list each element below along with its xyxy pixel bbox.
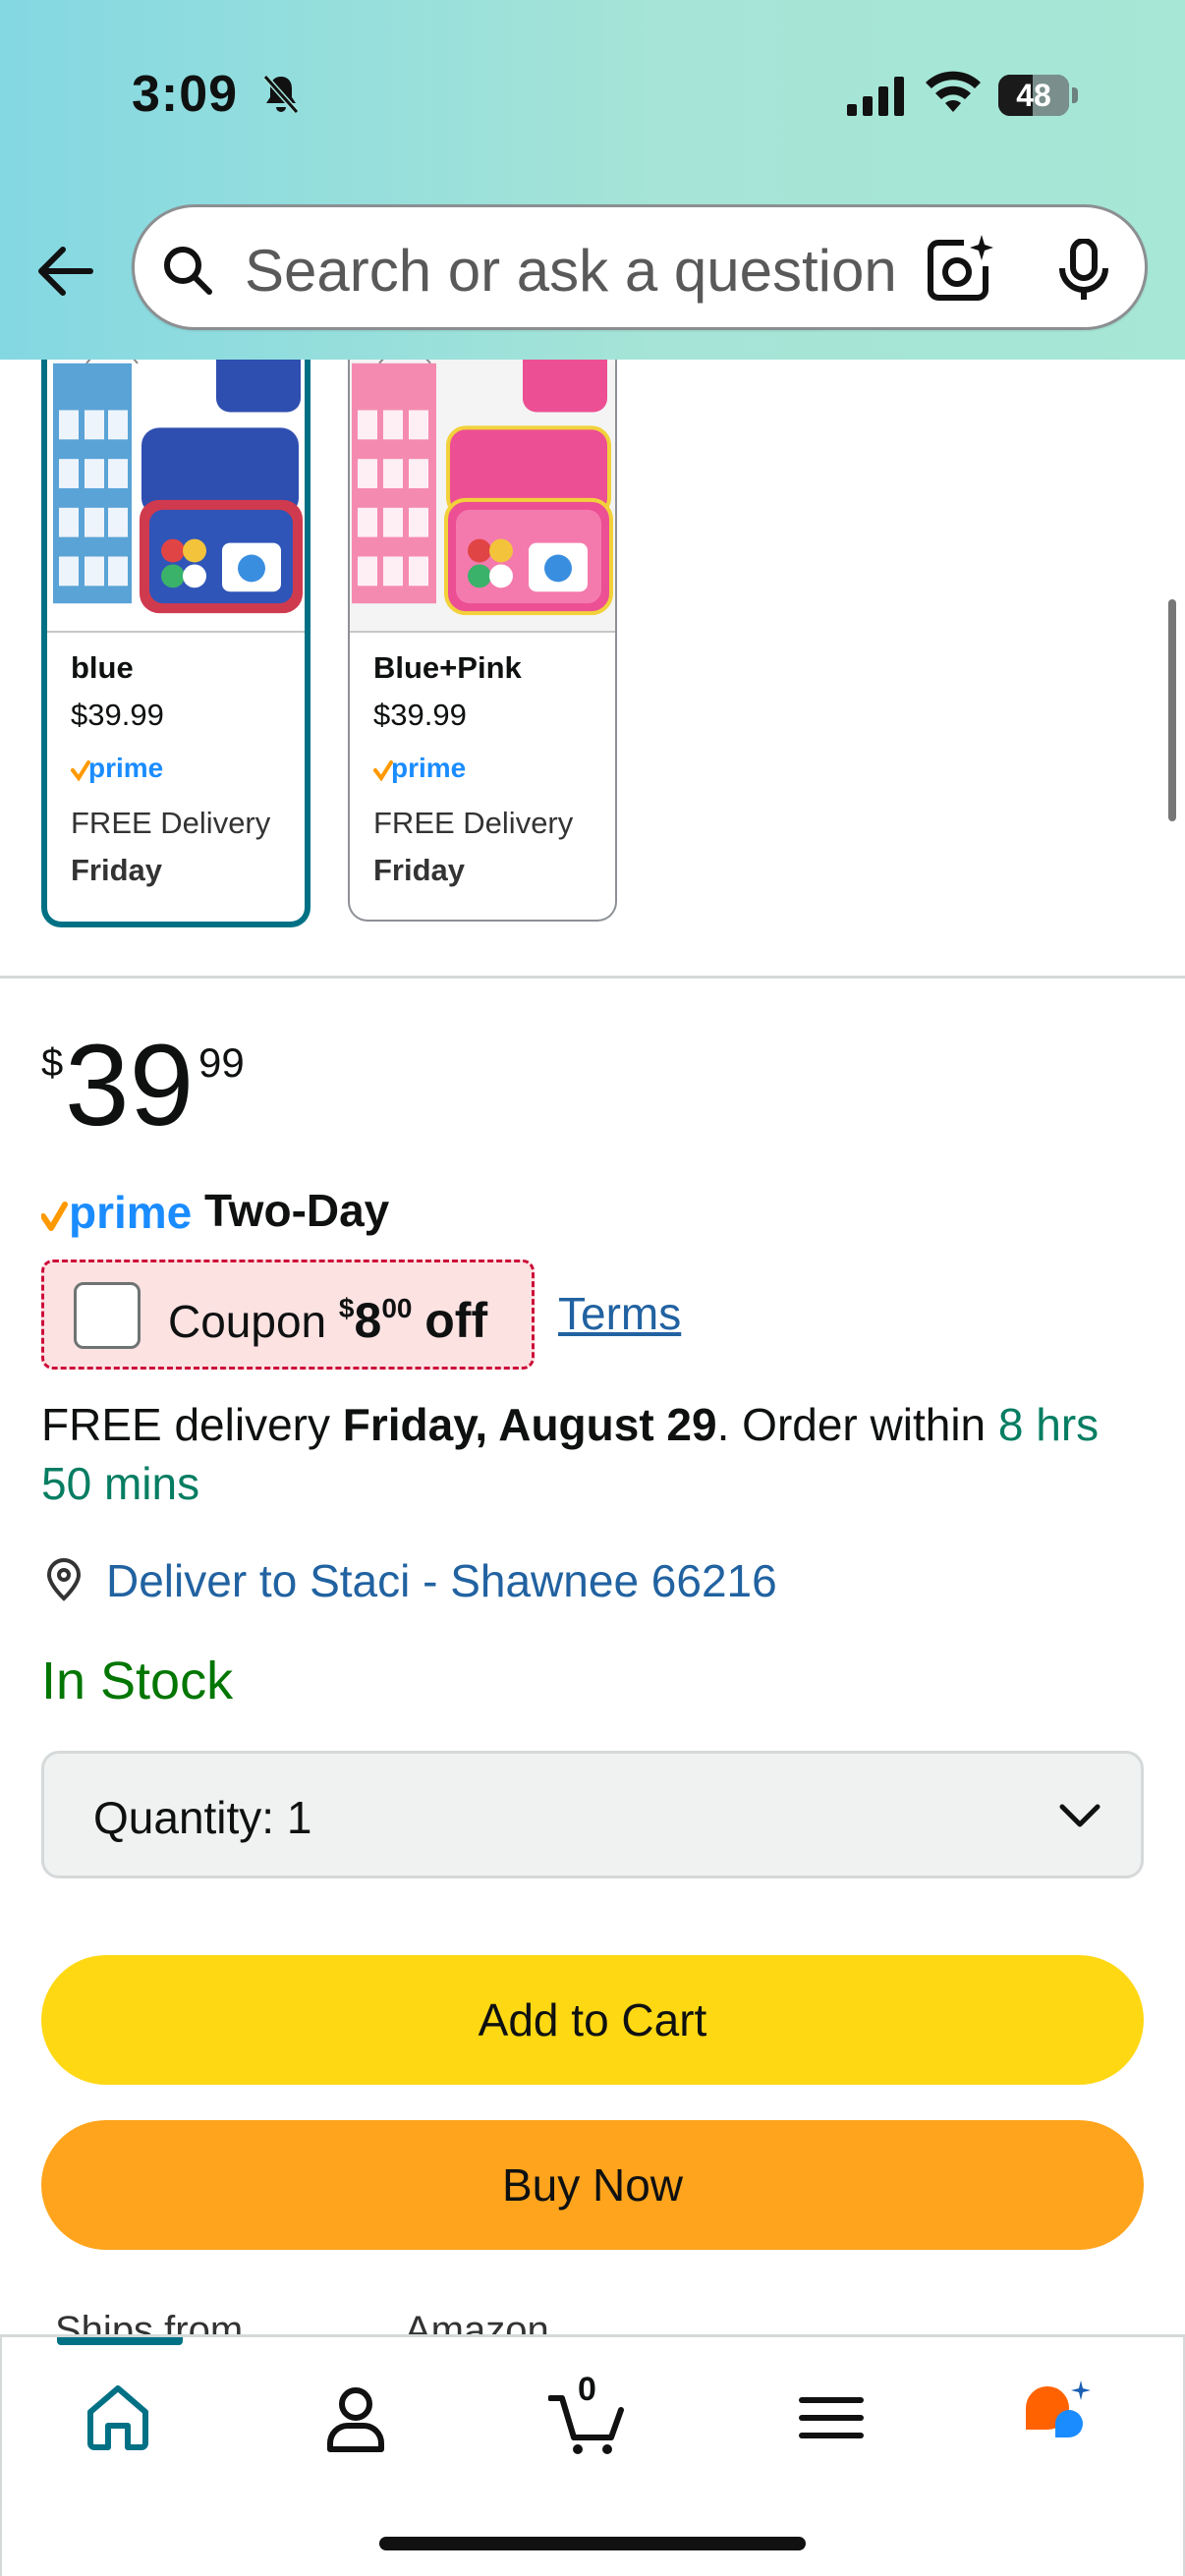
price-currency-symbol: $ <box>41 1041 64 1085</box>
section-divider <box>0 976 1185 979</box>
home-icon[interactable] <box>79 2379 157 2457</box>
add-to-cart-button[interactable]: Add to Cart <box>41 1955 1144 2085</box>
quantity-value: 1 <box>286 1792 312 1843</box>
menu-icon[interactable] <box>792 2379 871 2457</box>
battery-indicator: 48 <box>998 75 1078 116</box>
battery-level: 48 <box>1016 78 1051 113</box>
nav-active-indicator <box>57 2337 183 2345</box>
variant-delivery: FREE Delivery <box>71 806 271 840</box>
prime-two-day-label: Two-Day <box>204 1185 390 1236</box>
search-input[interactable]: Search or ask a question <box>245 237 938 305</box>
status-time: 3:09 <box>132 66 239 123</box>
coupon-terms-link[interactable]: Terms <box>558 1287 681 1340</box>
coupon-checkbox[interactable] <box>74 1282 141 1349</box>
coupon-amount: 8 <box>354 1293 382 1348</box>
prime-logo-icon: prime <box>41 1187 192 1238</box>
variant-delivery-day: Friday <box>373 853 466 887</box>
variant-price: $39.99 <box>373 698 467 732</box>
stock-status: In Stock <box>41 1652 234 1710</box>
cart-count: 0 <box>578 2371 596 2408</box>
bell-muted-icon <box>262 75 300 114</box>
coupon-cents: 00 <box>381 1293 413 1323</box>
coupon-currency: $ <box>338 1293 355 1323</box>
back-arrow-icon[interactable] <box>33 242 94 301</box>
location-pin-icon <box>46 1557 82 1601</box>
delivery-prefix: FREE delivery <box>41 1399 330 1450</box>
prime-logo-icon: prime <box>71 753 163 783</box>
svg-text:prime: prime <box>69 1187 192 1238</box>
price-whole: 39 <box>65 1021 195 1150</box>
quantity-label: Quantity: 1 <box>93 1792 312 1843</box>
chevron-down-icon <box>1059 1804 1100 1827</box>
microphone-icon[interactable] <box>1054 239 1113 302</box>
deliver-to-link[interactable]: Deliver to Staci - Shawnee 66216 <box>106 1554 777 1607</box>
coupon-label: Coupon <box>168 1296 327 1347</box>
search-bar[interactable]: Search or ask a question <box>132 204 1148 330</box>
buy-now-button[interactable]: Buy Now <box>41 2120 1144 2250</box>
variant-delivery-day: Friday <box>71 853 163 887</box>
svg-text:prime: prime <box>88 753 163 783</box>
variant-card-blue-pink[interactable]: Blue+Pink $39.99 prime FREE Delivery Fri… <box>348 334 617 922</box>
quantity-select[interactable]: Quantity: 1 <box>41 1751 1144 1878</box>
coupon-box[interactable]: Coupon $800 off <box>41 1260 535 1370</box>
variant-name: Blue+Pink <box>373 650 522 685</box>
rufus-assistant-icon[interactable] <box>1020 2379 1099 2457</box>
wifi-icon <box>926 71 981 112</box>
cellular-signal-icon <box>847 77 904 116</box>
variant-card-blue[interactable]: blue $39.99 prime FREE Delivery Friday <box>41 334 310 927</box>
price-fraction: 99 <box>198 1039 245 1086</box>
camera-lens-icon[interactable] <box>925 233 995 304</box>
coupon-off: off <box>424 1293 488 1348</box>
product-image <box>350 334 615 633</box>
variant-delivery: FREE Delivery <box>373 806 574 840</box>
home-indicator <box>379 2537 806 2550</box>
product-image <box>47 334 305 633</box>
svg-text:prime: prime <box>391 753 466 783</box>
prime-logo-icon: prime <box>373 753 466 783</box>
variant-price: $39.99 <box>71 698 164 732</box>
header: 3:09 48 Search or ask a question <box>0 0 1185 360</box>
delivery-info: FREE delivery Friday, August 29. Order w… <box>41 1395 1152 1513</box>
variant-name: blue <box>71 650 134 685</box>
search-icon <box>164 247 212 295</box>
delivery-date: Friday, August 29 <box>342 1399 717 1450</box>
account-icon[interactable] <box>316 2379 395 2457</box>
delivery-order-within: . Order within <box>716 1399 987 1450</box>
ships-from-row: Ships from Amazon <box>55 2299 1136 2338</box>
scroll-indicator[interactable] <box>1168 599 1176 821</box>
cart-button[interactable]: 0 <box>547 2371 627 2457</box>
coupon-text: Coupon $800 off <box>168 1292 487 1349</box>
